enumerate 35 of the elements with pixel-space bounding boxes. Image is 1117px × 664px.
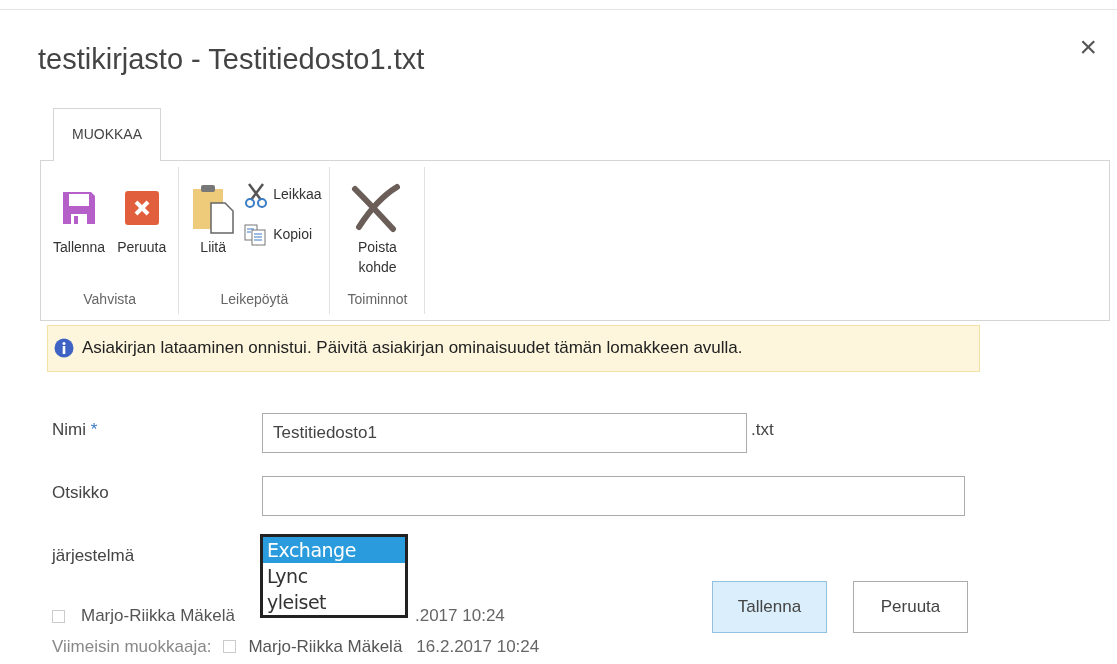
scissors-icon (243, 181, 270, 208)
ribbon-button[interactable]: Tallenna (49, 170, 110, 257)
cancel-button[interactable]: Peruuta (853, 580, 968, 633)
save-button[interactable]: Tallenna (712, 580, 827, 633)
list-option[interactable]: yleiset (263, 588, 405, 615)
group-label: Vahvista (83, 289, 136, 309)
field-label: järjestelmä (52, 544, 136, 567)
modified-label: Viimeisin muokkaaja: (52, 635, 212, 658)
info-icon (54, 338, 74, 358)
ribbon-tab[interactable]: MUOKKAA (53, 107, 161, 161)
person-placeholder-icon (223, 640, 237, 653)
close-icon (123, 189, 160, 226)
text-field[interactable] (262, 475, 965, 516)
required-mark: * (89, 419, 98, 439)
list-box[interactable]: Exchange Lync yleiset (260, 533, 408, 618)
info-message: Asiakirjan lataaminen onnistui. Päivitä asiakirjan ominaisuudet tämän lomakkeen avulla. (82, 337, 743, 360)
ribbon-button[interactable]: Kopioi (243, 214, 322, 255)
person-placeholder-icon (52, 609, 65, 623)
field-label: Nimi * (52, 418, 99, 441)
file-extension: .txt (751, 418, 774, 441)
created-date: .2017 10:24 (415, 605, 505, 628)
ribbon-button[interactable]: Leikkaa (243, 174, 322, 215)
modified-date: 16.2.2017 10:24 (416, 635, 540, 658)
group-label: Leikepöytä (220, 289, 289, 309)
created-by: Marjo-Riikka Mäkelä (81, 605, 235, 628)
ribbon-button[interactable]: Poista kohde (338, 170, 417, 277)
field-label: Otsikko (52, 481, 110, 504)
modified-by: Marjo-Riikka Mäkelä (248, 635, 403, 658)
ribbon-button[interactable]: Peruuta (113, 170, 171, 257)
ribbon-button[interactable]: Liitä (187, 170, 240, 257)
text-field[interactable]: Testitiedosto1 (262, 412, 747, 453)
group-label: Toiminnot (347, 289, 408, 309)
dialog-title: testikirjasto - Testitiedosto1.txt (38, 42, 425, 77)
list-option[interactable]: Lync (263, 562, 405, 589)
close-button[interactable]: × (1079, 32, 1097, 62)
